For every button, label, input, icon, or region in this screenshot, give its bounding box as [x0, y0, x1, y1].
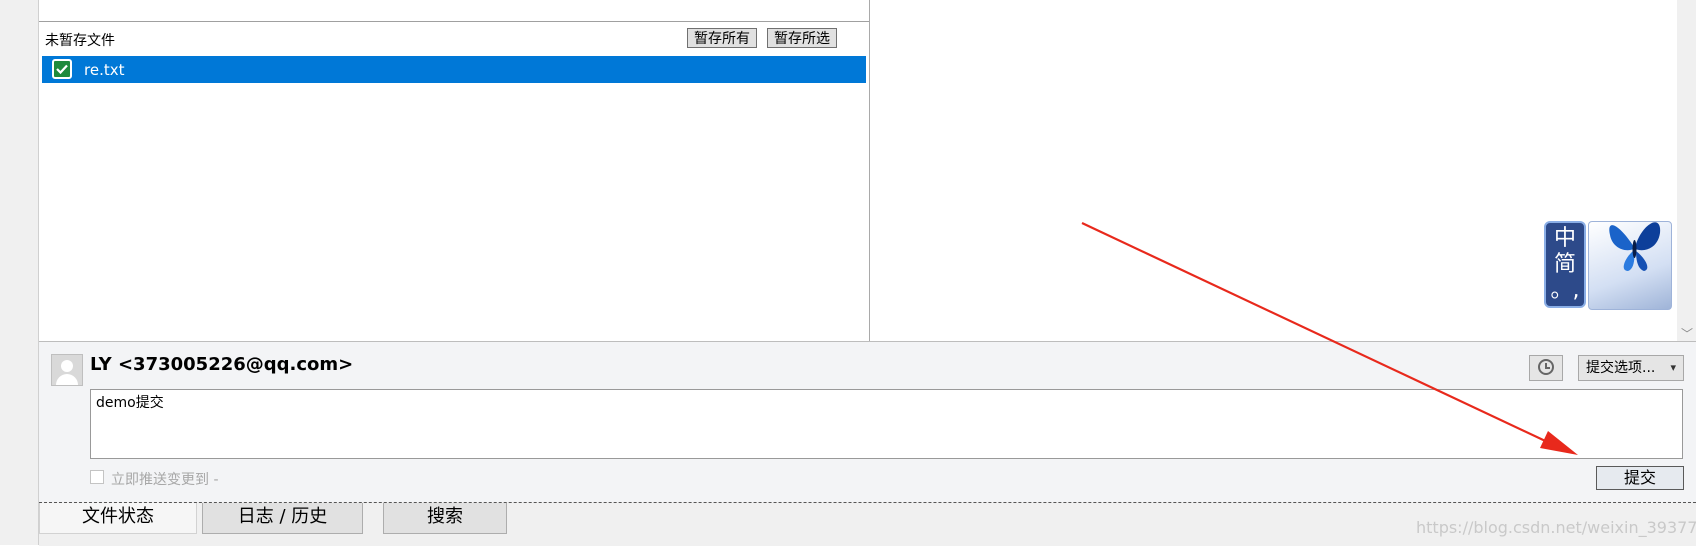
ime-badge: 中 简 。, [1544, 221, 1586, 308]
push-checkbox[interactable] [90, 470, 104, 484]
user-avatar-icon [51, 354, 83, 386]
unstaged-files-panel: 未暂存文件 暂存所有 暂存所选 re.txt [39, 0, 870, 341]
checkbox-checked-icon[interactable] [52, 59, 72, 79]
commit-options-label: 提交选项... [1586, 360, 1656, 376]
left-gutter [0, 0, 39, 545]
tab-file-status[interactable]: 文件状态 [39, 503, 197, 534]
stage-selected-button[interactable]: 暂存所选 [767, 28, 837, 48]
staged-files-area-edge [39, 0, 869, 22]
commit-area: LY <373005226@qq.com> 提交选项... ▾ demo提交 立… [39, 341, 1696, 503]
commit-options-dropdown[interactable]: 提交选项... ▾ [1578, 355, 1684, 381]
push-label: 立即推送变更到 - [111, 472, 219, 488]
vertical-scrollbar[interactable] [1677, 0, 1696, 341]
ime-label-1: 中 [1553, 226, 1576, 251]
clock-icon [1538, 359, 1554, 375]
ime-label-3: 。, [1550, 278, 1580, 303]
unstaged-files-header: 未暂存文件 暂存所有 暂存所选 [39, 22, 869, 54]
ime-widget[interactable]: 中 简 。, [1544, 207, 1674, 310]
commit-author: LY <373005226@qq.com> [90, 354, 354, 375]
scroll-down-arrow-icon[interactable]: ﹀ [1681, 325, 1693, 342]
tab-search[interactable]: 搜索 [383, 503, 507, 534]
tab-log-history[interactable]: 日志 / 历史 [202, 503, 363, 534]
stage-all-button[interactable]: 暂存所有 [687, 28, 757, 48]
unstaged-files-title: 未暂存文件 [45, 33, 115, 49]
history-button[interactable] [1529, 355, 1563, 381]
watermark: https://blog.csdn.net/weixin_39377272 [1416, 518, 1696, 537]
commit-message-input[interactable]: demo提交 [90, 389, 1683, 459]
chevron-down-icon: ▾ [1670, 361, 1676, 374]
file-name: re.txt [84, 61, 125, 79]
butterfly-icon [1609, 222, 1661, 271]
ime-label-2: 简 [1553, 252, 1576, 277]
commit-button[interactable]: 提交 [1596, 466, 1684, 490]
file-row[interactable]: re.txt [42, 56, 866, 83]
